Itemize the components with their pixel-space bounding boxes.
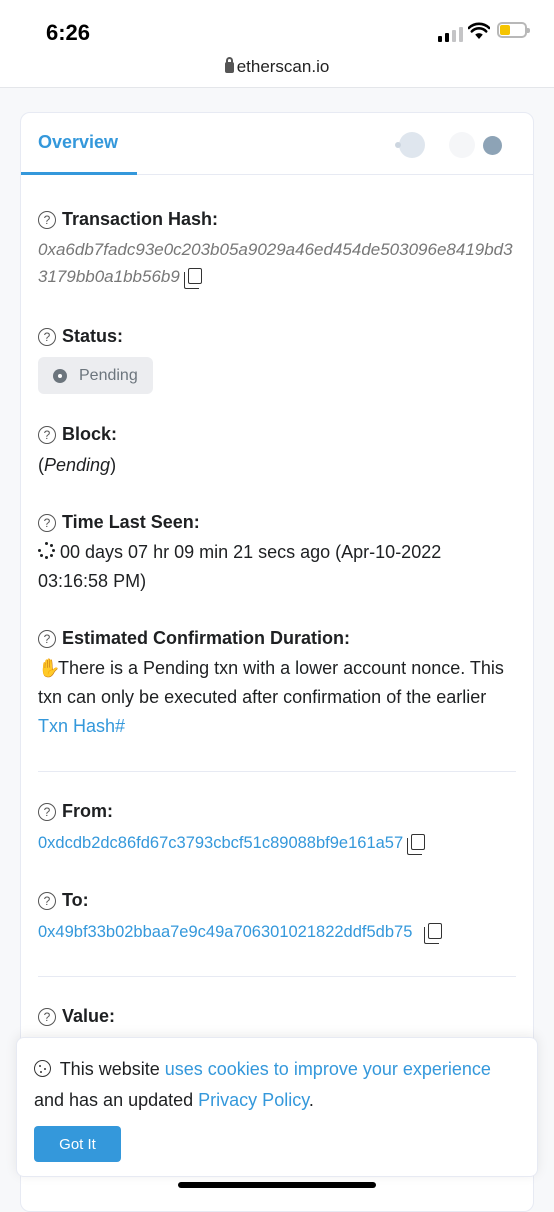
clock: 6:26 [46, 20, 91, 45]
cookie-text-mid: and has an updated [34, 1090, 194, 1110]
from-value-wrap: 0xdcdb2dc86fd67c3793cbcf51c89088bf9e161a… [38, 834, 516, 855]
lock-icon [224, 57, 234, 73]
privacy-policy-link[interactable]: Privacy Policy [198, 1090, 309, 1110]
from-row: ? From: 0xdcdb2dc86fd67c3793cbcf51c89088b… [38, 801, 516, 855]
help-icon[interactable]: ? [38, 802, 56, 821]
cookie-text: This website uses cookies to improve you… [34, 1054, 514, 1116]
cookies-link[interactable]: uses cookies to improve your experience [165, 1059, 491, 1079]
help-icon[interactable]: ? [38, 425, 56, 444]
tx-hash-value[interactable]: 0xa6db7fadc93e0c203b05a9029a46ed454de503… [38, 240, 513, 286]
tab-bar: Overview [21, 113, 533, 175]
help-icon[interactable]: ? [38, 210, 56, 229]
time-last-seen-wrap: 00 days 07 hr 09 min 21 secs ago (Apr-10… [38, 538, 478, 596]
help-icon[interactable]: ? [38, 513, 56, 532]
block-label: Block: [62, 424, 118, 444]
wifi-icon [468, 22, 490, 39]
state-tab-icon[interactable] [395, 132, 425, 158]
tx-hash-value-wrap: 0xa6db7fadc93e0c203b05a9029a46ed454de503… [38, 236, 514, 290]
address-bar[interactable]: etherscan.io [0, 57, 554, 77]
tab-active-indicator [21, 172, 137, 175]
help-icon[interactable]: ? [38, 891, 56, 910]
to-label: To: [62, 890, 89, 910]
divider [38, 771, 516, 772]
cookie-icon [34, 1060, 51, 1077]
txn-hash-link[interactable]: Txn Hash# [38, 716, 125, 736]
time-last-seen-label: Time Last Seen: [62, 512, 200, 532]
tab-icons [395, 132, 502, 158]
hand-icon: ✋ [38, 658, 61, 678]
help-icon[interactable]: ? [38, 629, 56, 648]
pending-dot-icon [53, 368, 67, 383]
block-value: Pending [44, 455, 111, 475]
battery-icon [497, 22, 530, 38]
block-value-wrap: (Pending) [38, 451, 516, 480]
tx-hash-row: ? Transaction Hash: 0xa6db7fadc93e0c203b0… [38, 209, 516, 290]
comments-tab-icon[interactable] [449, 132, 475, 158]
cookie-text-end: . [308, 1090, 314, 1110]
got-it-button[interactable]: Got It [34, 1126, 121, 1162]
status-row: ? Status: Pending [38, 326, 516, 394]
block-row: ? Block: (Pending) [38, 424, 516, 480]
value-label: Value: [62, 1006, 116, 1026]
home-indicator[interactable] [178, 1182, 376, 1188]
tab-overview[interactable]: Overview [38, 132, 118, 153]
copy-icon[interactable] [183, 268, 202, 289]
help-icon[interactable]: ? [38, 327, 56, 346]
more-options-icon[interactable] [483, 135, 502, 155]
paren-close: ) [110, 455, 117, 475]
status-bar: 6:26 etherscan.io [0, 0, 554, 88]
est-confirmation-text: There is a Pending txn with a lower acco… [38, 658, 504, 707]
time-last-seen-value: 00 days 07 hr 09 min 21 secs ago (Apr-10… [38, 542, 442, 591]
spinner-icon [38, 542, 56, 560]
status-badge-wrap: Pending [38, 357, 516, 394]
to-address-link[interactable]: 0x49bf33b02bbaa7e9c49a706301021822ddf5db… [38, 923, 412, 941]
from-address-link[interactable]: 0xdcdb2dc86fd67c3793cbcf51c89088bf9e161a… [38, 834, 403, 852]
cookie-text-before: This website [59, 1059, 160, 1079]
est-confirmation-row: ? Estimated Confirmation Duration: ✋There… [38, 628, 516, 741]
value-row: ? Value: [38, 1006, 516, 1027]
from-label: From: [62, 801, 113, 821]
url-text: etherscan.io [236, 57, 330, 76]
est-confirmation-wrap: ✋There is a Pending txn with a lower acc… [38, 654, 508, 741]
copy-icon[interactable] [424, 923, 443, 944]
to-value-wrap: 0x49bf33b02bbaa7e9c49a706301021822ddf5db… [38, 923, 516, 944]
cellular-signal-icon [438, 24, 463, 42]
status-value: Pending [79, 366, 138, 384]
tx-hash-label: Transaction Hash: [62, 209, 219, 229]
time-last-seen-row: ? Time Last Seen: 00 days 07 hr 09 min 21… [38, 512, 516, 596]
divider [38, 976, 516, 977]
to-row: ? To: 0x49bf33b02bbaa7e9c49a706301021822d… [38, 890, 516, 944]
status-label: Status: [62, 326, 124, 346]
status-badge: Pending [38, 357, 153, 394]
help-icon[interactable]: ? [38, 1007, 56, 1026]
cookie-banner: This website uses cookies to improve you… [16, 1037, 538, 1177]
est-confirmation-label: Estimated Confirmation Duration: [62, 628, 351, 648]
copy-icon[interactable] [407, 834, 426, 855]
